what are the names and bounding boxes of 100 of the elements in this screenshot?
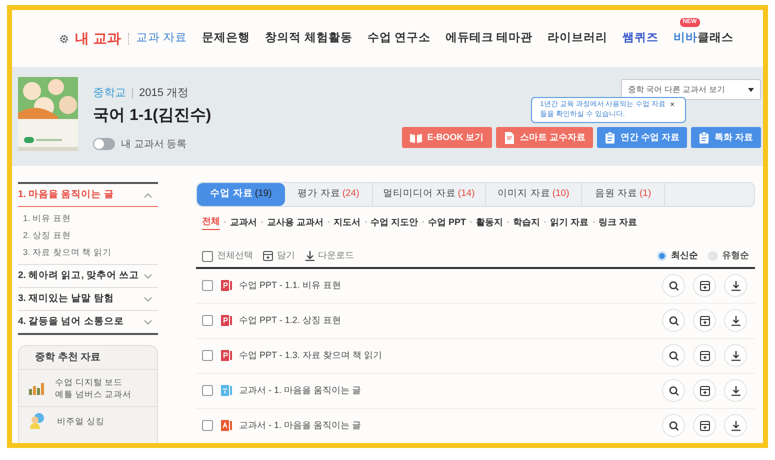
checkbox[interactable] — [202, 385, 213, 396]
tab[interactable]: 평가 자료 (24) — [285, 183, 373, 206]
ppt-file-icon — [221, 350, 232, 361]
search-icon — [668, 386, 678, 396]
nav-link[interactable]: 에듀테크 테마관 — [446, 30, 533, 48]
unit-item[interactable]: 3. 재미있는 낱말 탐험 — [18, 287, 158, 310]
textbook-title: 국어 1-1(김진수) — [93, 106, 212, 126]
nav-link[interactable]: 문제은행 — [202, 30, 250, 48]
my-textbook-link[interactable]: 내 교과 — [75, 28, 121, 49]
nav-link[interactable]: 수업 연구소 — [367, 30, 430, 48]
recommend-link[interactable]: 수업 디지털 보드 예틀 넘버스 교과서 — [55, 376, 132, 400]
tray-icon — [700, 350, 710, 360]
download-button[interactable] — [724, 344, 747, 367]
search-icon — [668, 420, 678, 430]
nav-link[interactable]: 라이브러리 — [548, 30, 608, 48]
recommend-link[interactable]: 비주얼 싱킹 — [57, 415, 104, 427]
filter-link[interactable]: 학습지 — [513, 216, 540, 229]
sort-label: 최신순 — [671, 249, 698, 262]
save-button[interactable] — [693, 414, 716, 437]
clipboard-icon — [699, 132, 710, 144]
unit-item[interactable]: 4. 갈등을 넘어 소통으로 — [18, 310, 158, 333]
filter-link[interactable]: 교과서 — [230, 216, 257, 229]
sort-label: 유형순 — [722, 249, 749, 262]
filter-link[interactable]: 수업 PPT — [428, 216, 466, 229]
settings-icon[interactable] — [58, 32, 70, 44]
download-button[interactable] — [724, 414, 747, 437]
caret-icon — [748, 88, 754, 92]
close-button[interactable]: × — [670, 100, 675, 110]
file-title[interactable]: 교과서 - 1. 마음을 움직이는 글 — [239, 418, 662, 432]
chevron-up-icon — [144, 192, 152, 198]
save-button[interactable]: 담기 — [263, 249, 295, 263]
download-icon — [305, 251, 315, 261]
ppt-file-icon — [221, 280, 232, 291]
preview-button[interactable] — [662, 344, 685, 367]
register-label: 내 교과서 등록 — [121, 138, 187, 152]
nav-link[interactable]: 쌤퀴즈 — [622, 30, 659, 48]
file-title[interactable]: 수업 PPT - 1.2. 상징 표현 — [239, 314, 662, 328]
chevron-down-icon — [144, 320, 152, 324]
save-button[interactable] — [693, 344, 716, 367]
download-icon — [730, 350, 740, 360]
unit-item[interactable]: 1. 마음을 움직이는 글 — [18, 184, 158, 207]
filter-link[interactable]: 링크 자료 — [598, 216, 638, 229]
document-icon — [504, 132, 515, 144]
unit-item[interactable]: 2. 헤아려 읽고, 맞추어 쓰고 — [18, 264, 158, 287]
textbook-dropdown[interactable]: 중학 국어 다른 교과서 보기 — [621, 79, 761, 100]
nav-link[interactable]: 교과 자료 — [136, 30, 188, 48]
tray-icon — [263, 251, 273, 261]
file-title[interactable]: 수업 PPT - 1.3. 자료 찾으며 책 읽기 — [239, 348, 662, 362]
lesson-link[interactable]: 3. 자료 찾으며 책 읽기 — [23, 244, 158, 261]
checkbox[interactable] — [202, 420, 213, 431]
school-level: 중학교 — [93, 86, 126, 101]
filter-link[interactable]: 지도서 — [334, 216, 361, 229]
download-icon — [730, 280, 740, 290]
tab[interactable]: 음원 자료 (1) — [582, 183, 665, 206]
save-button[interactable] — [693, 274, 716, 297]
file-title[interactable]: 교과서 - 1. 마음을 움직이는 글 — [239, 384, 662, 398]
download-button[interactable] — [724, 379, 747, 402]
preview-button[interactable] — [662, 274, 685, 297]
preview-button[interactable] — [662, 414, 685, 437]
nav-link[interactable]: 비바클래스 — [674, 30, 734, 48]
download-button[interactable] — [724, 309, 747, 332]
pdf-file-icon — [221, 420, 232, 431]
nav-link[interactable]: 창의적 체험활동 — [265, 30, 352, 48]
download-button[interactable] — [724, 274, 747, 297]
filter-link[interactable]: 수업 지도안 — [370, 216, 418, 229]
select-all-label: 전체선택 — [217, 249, 253, 262]
chevron-down-icon — [144, 274, 152, 278]
file-title[interactable]: 수업 PPT - 1.1. 비유 표현 — [239, 278, 662, 292]
register-toggle[interactable] — [93, 138, 115, 150]
filter-link[interactable]: 읽기 자료 — [550, 216, 589, 229]
radio-button[interactable] — [657, 251, 667, 261]
person-speech-icon — [29, 413, 47, 429]
checkbox[interactable] — [202, 315, 213, 326]
ppt-file-icon — [221, 315, 232, 326]
tray-icon — [700, 280, 710, 290]
save-button[interactable] — [693, 309, 716, 332]
checkbox[interactable] — [202, 280, 213, 291]
filter-link[interactable]: 활동지 — [476, 216, 504, 229]
preview-button[interactable] — [662, 309, 685, 332]
lesson-link[interactable]: 1. 비유 표현 — [23, 210, 158, 227]
download-icon — [730, 316, 740, 326]
panel-title: 중학 추천 자료 — [19, 346, 157, 370]
filter-link[interactable]: 전체 — [202, 215, 220, 230]
search-icon — [668, 316, 678, 326]
tab[interactable]: 이미지 자료 (10) — [486, 183, 582, 206]
lesson-link[interactable]: 2. 상징 표현 — [23, 227, 158, 244]
edition-label: 2015 개정 — [139, 86, 189, 101]
search-icon — [668, 350, 678, 360]
tray-icon — [700, 420, 710, 430]
checkbox[interactable] — [202, 250, 213, 262]
tab[interactable]: 멀티미디어 자료 (14) — [373, 183, 486, 206]
tab[interactable]: 수업 자료 (19) — [197, 183, 285, 206]
download-button[interactable]: 다운로드 — [305, 249, 354, 263]
preview-button[interactable] — [662, 379, 685, 402]
bar-chart-icon — [29, 381, 45, 395]
checkbox[interactable] — [202, 350, 213, 361]
filter-link[interactable]: 교사용 교과서 — [267, 216, 324, 229]
save-button[interactable] — [693, 379, 716, 402]
chevron-down-icon — [144, 296, 152, 302]
tray-icon — [700, 386, 710, 396]
